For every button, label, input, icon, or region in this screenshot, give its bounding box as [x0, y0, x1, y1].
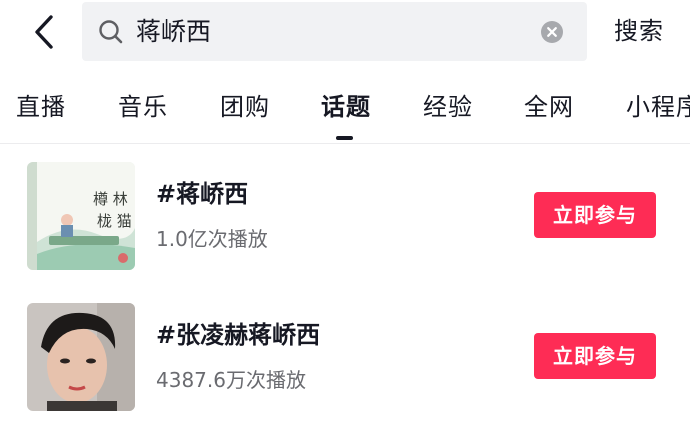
- tab-music[interactable]: 音乐: [118, 82, 168, 132]
- join-topic-button[interactable]: 立即参与: [534, 333, 656, 379]
- tab-mini-programs[interactable]: 小程序: [626, 82, 690, 132]
- topic-title[interactable]: #张凌赫蒋峤西: [156, 315, 320, 350]
- back-button[interactable]: [26, 12, 62, 52]
- chevron-left-icon: [35, 15, 53, 49]
- search-icon: [99, 20, 123, 44]
- search-input[interactable]: 蒋峤西: [136, 2, 211, 61]
- list-item[interactable]: 樽 林 栊 猫 #蒋峤西 1.0亿次播放 立即参与: [0, 162, 690, 282]
- clear-search-button[interactable]: [541, 21, 563, 43]
- topic-thumbnail: 樽 林 栊 猫: [27, 162, 135, 270]
- topic-title[interactable]: #蒋峤西: [156, 174, 248, 209]
- svg-text:樽 林: 樽 林: [93, 190, 128, 208]
- divider: [0, 143, 690, 144]
- tab-live[interactable]: 直播: [16, 82, 66, 132]
- clear-circle-icon: [547, 27, 557, 37]
- search-button[interactable]: 搜索: [614, 0, 664, 62]
- category-tabs: 直播 音乐 团购 话题 经验 全网 小程序: [0, 82, 690, 140]
- search-bar[interactable]: 蒋峤西: [82, 2, 587, 61]
- actor-portrait-image: [27, 303, 135, 411]
- topic-thumbnail: [27, 303, 135, 411]
- play-count: 4387.6万次播放: [156, 368, 306, 392]
- book-cover-image: 樽 林 栊 猫: [27, 162, 135, 270]
- tab-topics[interactable]: 话题: [321, 82, 371, 132]
- tab-experience[interactable]: 经验: [423, 82, 473, 132]
- active-tab-indicator: [336, 136, 353, 140]
- join-topic-button[interactable]: 立即参与: [534, 192, 656, 238]
- play-count: 1.0亿次播放: [156, 227, 268, 251]
- tab-group-buy[interactable]: 团购: [220, 82, 270, 132]
- tab-whole-web[interactable]: 全网: [524, 82, 574, 132]
- list-item[interactable]: #张凌赫蒋峤西 4387.6万次播放 立即参与: [0, 303, 690, 423]
- svg-text:栊 猫: 栊 猫: [97, 212, 132, 230]
